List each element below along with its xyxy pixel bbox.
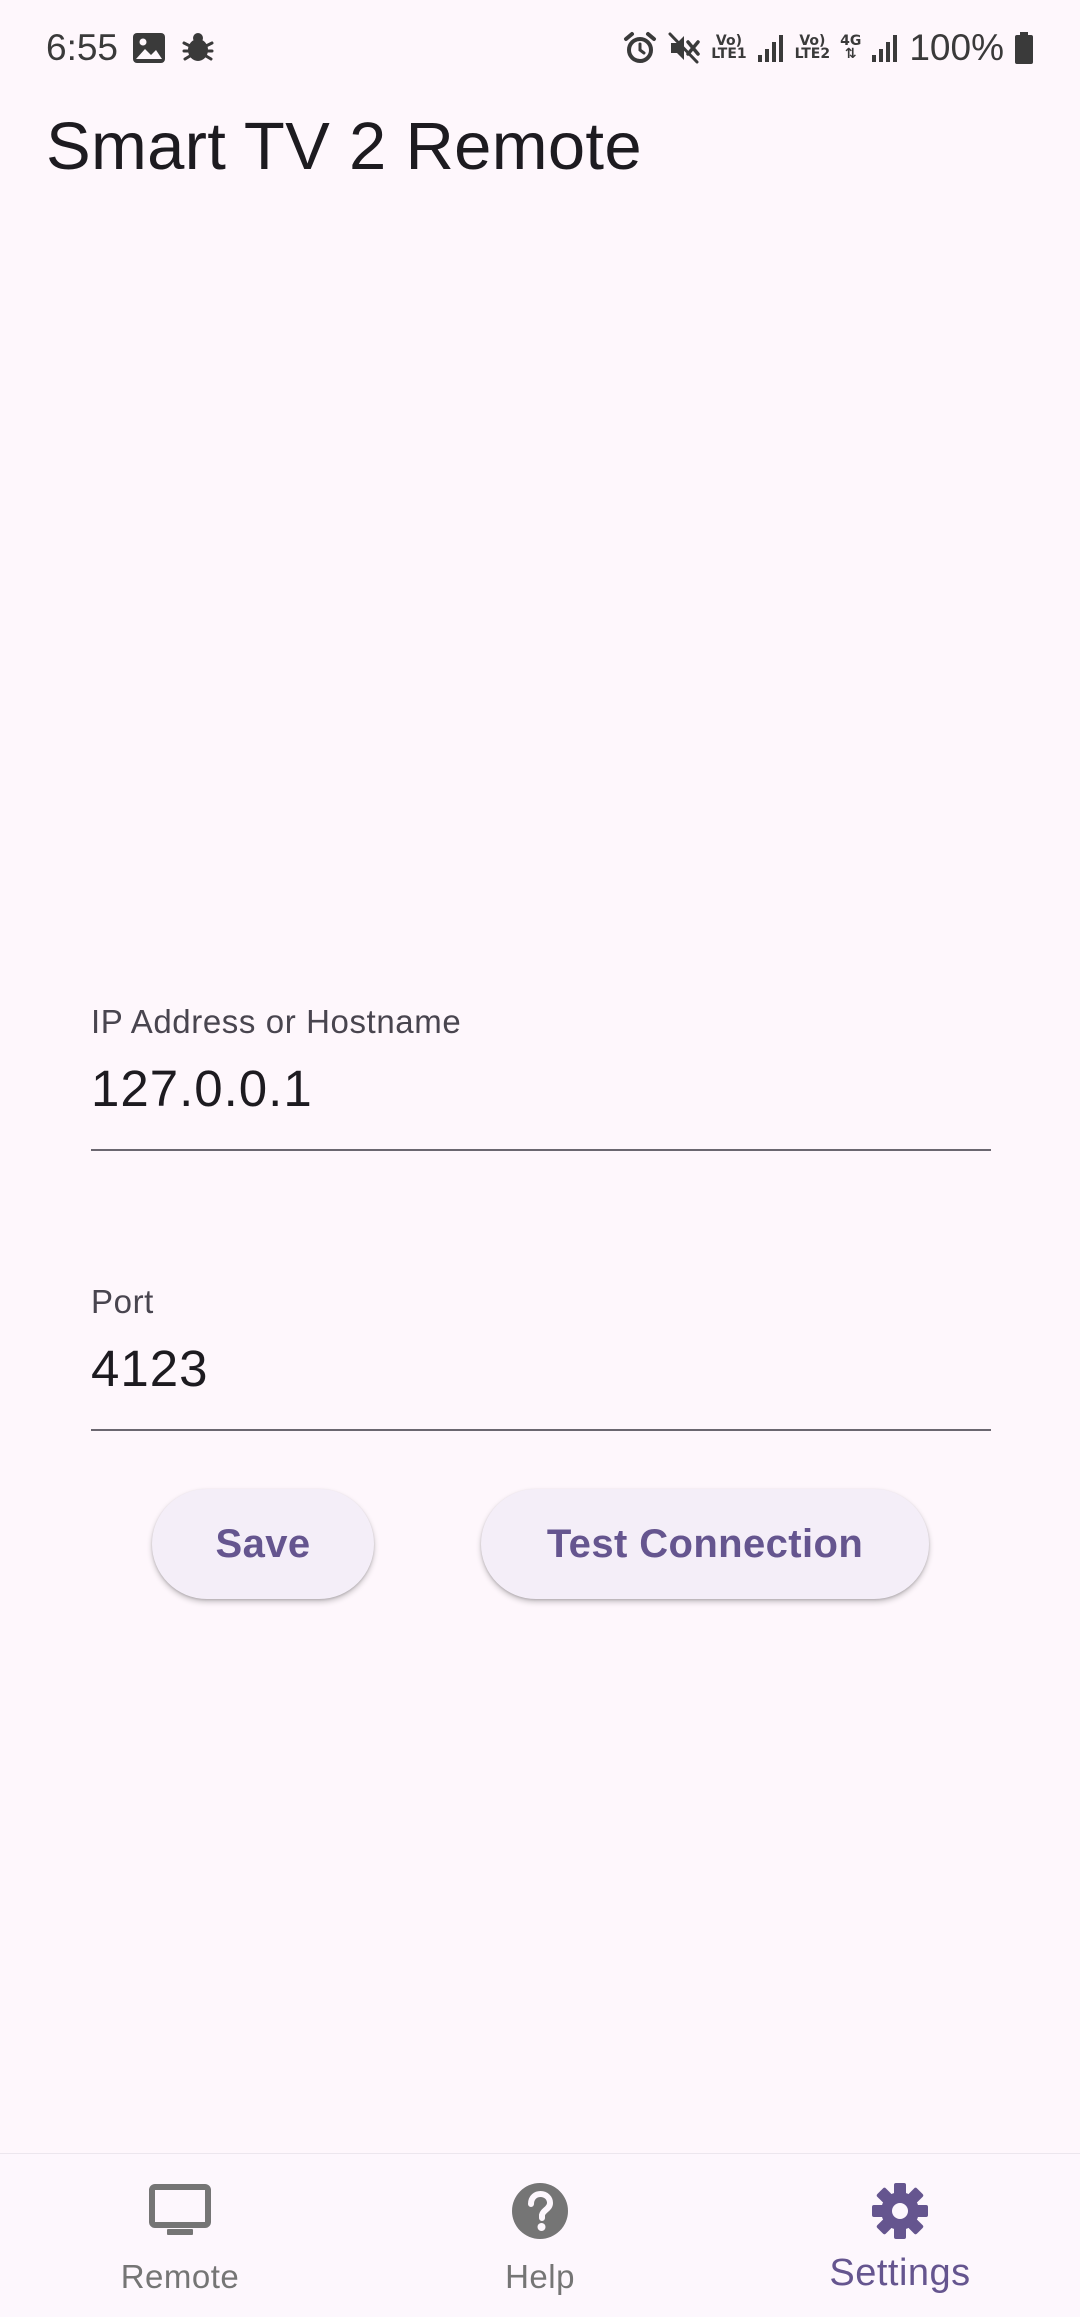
bottom-navigation: Remote Help Settings — [0, 2153, 1080, 2317]
status-bar: 6:55 Vo) LTE1 Vo) LTE2 4G ⇅ 100% — [0, 0, 1080, 96]
volte2-bottom: LTE2 — [794, 46, 831, 62]
gallery-icon — [132, 32, 166, 64]
signal-icon-sim2 — [871, 33, 899, 63]
port-field[interactable]: Port — [91, 1283, 991, 1431]
status-time: 6:55 — [46, 27, 119, 68]
tv-icon — [147, 2178, 213, 2244]
test-connection-button[interactable]: Test Connection — [481, 1489, 929, 1599]
nav-label-help: Help — [505, 2258, 575, 2295]
status-right: Vo) LTE1 Vo) LTE2 4G ⇅ 100% — [623, 27, 1034, 69]
nav-label-settings: Settings — [829, 2252, 971, 2294]
volte2-badge: Vo) LTE2 — [794, 34, 831, 62]
save-button[interactable]: Save — [152, 1489, 374, 1599]
gear-icon — [867, 2178, 933, 2244]
ip-address-field[interactable]: IP Address or Hostname — [91, 1003, 991, 1151]
volte1-badge: Vo) LTE1 — [711, 34, 747, 62]
ip-address-input[interactable] — [91, 1059, 991, 1118]
port-input[interactable] — [91, 1339, 991, 1398]
data-arrows-icon: ⇅ — [844, 46, 857, 62]
nav-item-settings[interactable]: Settings — [720, 2154, 1080, 2317]
network-type-badge: 4G ⇅ — [840, 34, 861, 62]
volte1-bottom: LTE1 — [711, 46, 747, 62]
port-label: Port — [91, 1283, 154, 1320]
nav-item-remote[interactable]: Remote — [0, 2154, 360, 2317]
battery-percent: 100% — [909, 27, 1004, 68]
bug-icon — [180, 31, 216, 65]
status-left: 6:55 — [46, 27, 216, 69]
help-icon — [507, 2178, 573, 2244]
mute-icon — [667, 31, 701, 65]
signal-icon-sim1 — [757, 33, 785, 63]
alarm-icon — [623, 31, 657, 65]
ip-address-label: IP Address or Hostname — [91, 1003, 462, 1040]
battery-icon — [1014, 31, 1034, 65]
nav-label-remote: Remote — [120, 2258, 240, 2295]
nav-item-help[interactable]: Help — [360, 2154, 720, 2317]
page-title: Smart TV 2 Remote — [46, 109, 642, 184]
